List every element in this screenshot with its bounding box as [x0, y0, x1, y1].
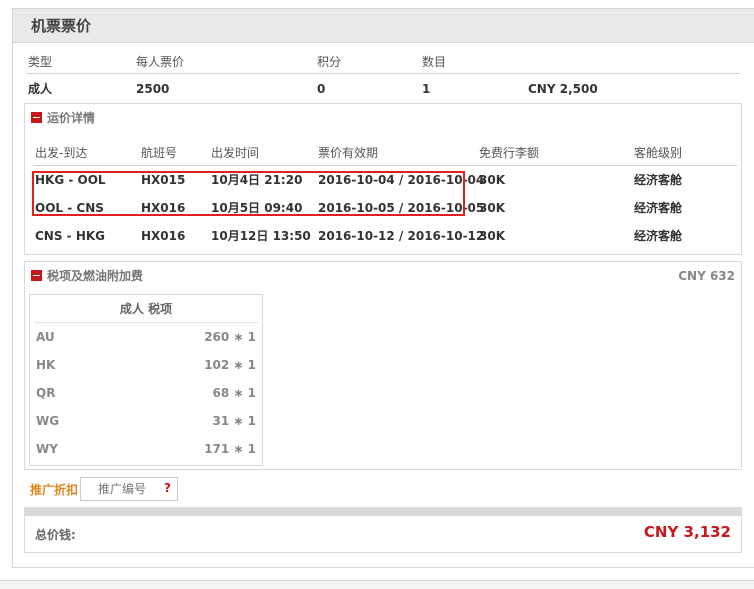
tax-amount: 171 ∗ 1: [204, 442, 256, 456]
tax-title: 税项及燃油附加费: [47, 269, 144, 283]
header-points: 积分: [317, 55, 342, 69]
tax-table: 成人 税项 AU 260 ∗ 1 HK 102 ∗ 1 QR 68 ∗ 1 WG…: [29, 294, 263, 466]
tax-code: WY: [36, 442, 58, 456]
fare-route: OOL - CNS: [35, 201, 104, 215]
help-icon[interactable]: ?: [164, 481, 171, 495]
fare-cabin: 经济客舱: [634, 173, 683, 187]
tax-row: WY 171 ∗ 1: [30, 435, 262, 463]
fare-validity: 2016-10-05 / 2016-10-05: [318, 201, 485, 215]
fare-header-route: 出发-到达: [35, 146, 88, 160]
summary-count: 1: [422, 82, 431, 96]
fare-baggage: 30K: [479, 173, 505, 187]
fare-time: 10月5日 09:40: [211, 201, 303, 215]
fare-row: CNS - HKG HX016 10月12日 13:50 2016-10-12 …: [33, 222, 737, 250]
fare-validity: 2016-10-12 / 2016-10-12: [318, 229, 485, 243]
total-label: 总价钱:: [35, 528, 76, 542]
fare-details-title: 运价详情: [47, 111, 96, 125]
fare-flight: HX016: [141, 201, 186, 215]
summary-table: 类型 每人票价 积分 数目 成人 2500 0 1 CNY 2,500: [26, 50, 740, 104]
summary-points: 0: [317, 82, 326, 96]
fare-table: 出发-到达 航班号 出发时间 票价有效期 免费行李额 客舱级别 HKG - OO…: [33, 140, 737, 250]
fare-details-box: 运价详情 出发-到达 航班号 出发时间 票价有效期 免费行李额 客舱级别 HKG…: [24, 103, 742, 255]
collapse-icon[interactable]: [31, 112, 42, 123]
fare-validity: 2016-10-04 / 2016-10-04: [318, 173, 485, 187]
panel-title: 机票票价: [13, 9, 754, 43]
fare-cabin: 经济客舱: [634, 201, 683, 215]
summary-header-row: 类型 每人票价 积分 数目: [26, 50, 740, 74]
fare-row: HKG - OOL HX015 10月4日 21:20 2016-10-04 /…: [33, 166, 737, 194]
promo-label: 推广折扣: [30, 483, 79, 497]
tax-code: WG: [36, 414, 60, 428]
tax-toggle[interactable]: 税项及燃油附加费: [31, 268, 143, 284]
tax-amount: 31 ∗ 1: [212, 414, 256, 428]
header-price: 每人票价: [136, 55, 185, 69]
fare-flight: HX016: [141, 229, 186, 243]
fare-header-cabin: 客舱级别: [634, 146, 683, 160]
tax-total: CNY 632: [678, 269, 735, 283]
summary-total: CNY 2,500: [528, 82, 598, 96]
fare-route: CNS - HKG: [35, 229, 106, 243]
header-type: 类型: [28, 55, 53, 69]
fare-flight: HX015: [141, 173, 186, 187]
fare-header-flight: 航班号: [141, 146, 178, 160]
tax-box: 税项及燃油附加费 CNY 632 成人 税项 AU 260 ∗ 1 HK 102…: [24, 261, 742, 470]
fare-baggage: 30K: [479, 201, 505, 215]
summary-row: 成人 2500 0 1 CNY 2,500: [26, 74, 740, 104]
fare-row: OOL - CNS HX016 10月5日 09:40 2016-10-05 /…: [33, 194, 737, 222]
fare-time: 10月12日 13:50: [211, 229, 311, 243]
tax-code: HK: [36, 358, 56, 372]
tax-amount: 68 ∗ 1: [212, 386, 256, 400]
tax-amount: 102 ∗ 1: [204, 358, 256, 372]
fare-header-row: 出发-到达 航班号 出发时间 票价有效期 免费行李额 客舱级别: [33, 140, 737, 166]
fare-details-toggle[interactable]: 运价详情: [31, 110, 95, 126]
fare-time: 10月4日 21:20: [211, 173, 303, 187]
total-box: 总价钱: CNY 3,132: [24, 507, 742, 553]
fare-header-baggage: 免费行李额: [479, 146, 540, 160]
fare-route: HKG - OOL: [35, 173, 106, 187]
tax-code: QR: [36, 386, 56, 400]
fare-baggage: 30K: [479, 229, 505, 243]
fare-cabin: 经济客舱: [634, 229, 683, 243]
total-price: CNY 3,132: [643, 523, 731, 541]
tax-table-header: 成人 税项: [34, 295, 258, 323]
tax-code: AU: [36, 330, 55, 344]
summary-type: 成人: [28, 82, 53, 96]
fare-header-validity: 票价有效期: [318, 146, 379, 160]
tax-amount: 260 ∗ 1: [204, 330, 256, 344]
tax-row: WG 31 ∗ 1: [30, 407, 262, 435]
summary-price: 2500: [136, 82, 170, 96]
header-count: 数目: [422, 55, 447, 69]
collapse-icon[interactable]: [31, 270, 42, 281]
tax-row: AU 260 ∗ 1: [30, 323, 262, 351]
tax-row: HK 102 ∗ 1: [30, 351, 262, 379]
tax-row: QR 68 ∗ 1: [30, 379, 262, 407]
total-bar: [25, 508, 741, 516]
page-bottom-divider: [0, 580, 754, 589]
fare-header-time: 出发时间: [211, 146, 260, 160]
